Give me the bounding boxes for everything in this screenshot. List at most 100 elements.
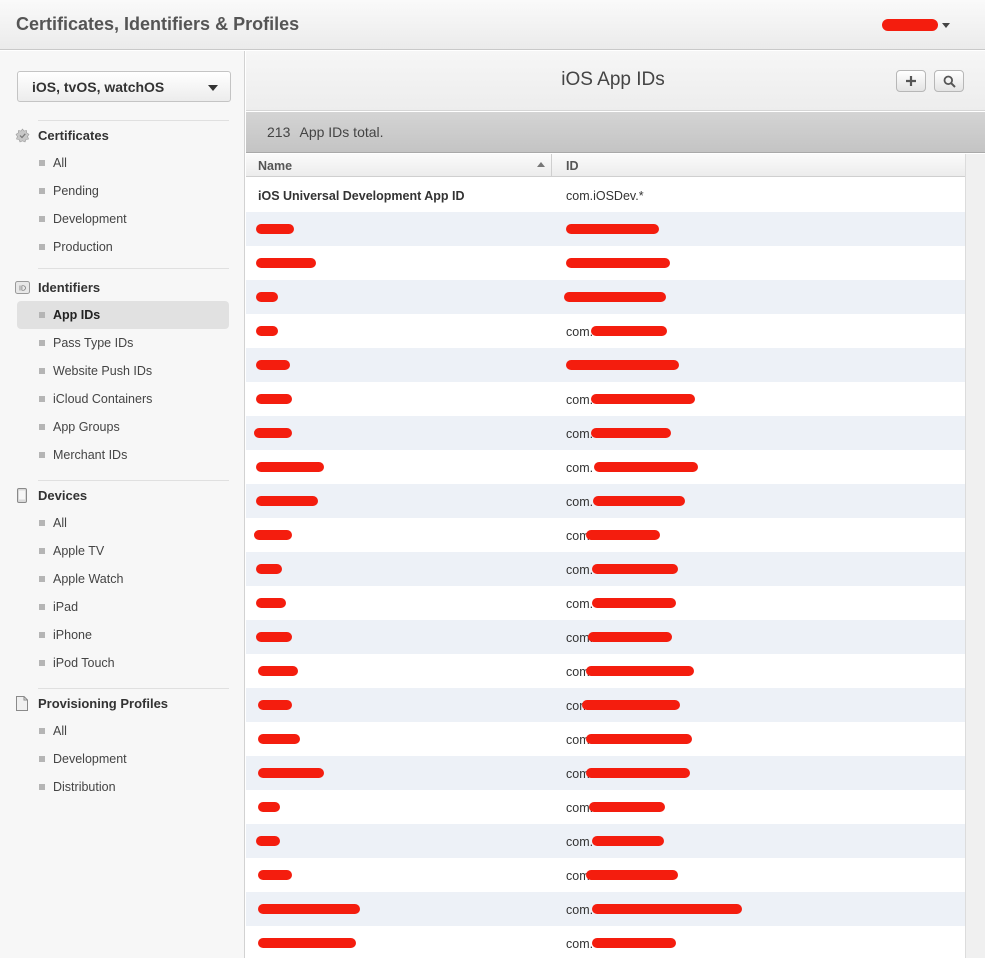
- table-row[interactable]: com.: [246, 654, 965, 688]
- redacted-name: [258, 734, 300, 744]
- redacted-name: [258, 666, 298, 676]
- table-row[interactable]: com.: [246, 790, 965, 824]
- row-id-prefix: com.: [566, 903, 594, 917]
- sidebar-item-apple-watch[interactable]: Apple Watch: [17, 565, 229, 593]
- row-name: iOS Universal Development App ID: [258, 189, 465, 203]
- app-title: Certificates, Identifiers & Profiles: [16, 14, 300, 34]
- table-row[interactable]: com.: [246, 484, 965, 518]
- redacted-id: [586, 870, 678, 880]
- redacted-name: [256, 292, 278, 302]
- bullet-icon: [39, 520, 45, 526]
- sidebar-item-iphone[interactable]: iPhone: [17, 621, 229, 649]
- section-devices: Devices: [14, 485, 87, 505]
- bullet-icon: [39, 452, 45, 458]
- bullet-icon: [39, 188, 45, 194]
- table-row[interactable]: [246, 280, 965, 314]
- table-row[interactable]: com.: [246, 858, 965, 892]
- table-row[interactable]: [246, 348, 965, 382]
- platform-select[interactable]: iOS, tvOS, watchOS: [17, 71, 231, 102]
- redacted-id: [586, 530, 660, 540]
- bullet-icon: [39, 340, 45, 346]
- row-id-prefix: com.: [566, 461, 594, 475]
- table-row[interactable]: com.: [246, 756, 965, 790]
- table-row[interactable]: com.: [246, 450, 965, 484]
- sidebar-item-merchant-ids[interactable]: Merchant IDs: [17, 441, 229, 469]
- redacted-id: [592, 904, 742, 914]
- scrollbar[interactable]: [965, 154, 985, 958]
- sidebar-item-apple-tv[interactable]: Apple TV: [17, 537, 229, 565]
- sort-ascending-icon[interactable]: [537, 162, 545, 167]
- redacted-id: [591, 428, 671, 438]
- section-identifiers: ID Identifiers: [14, 277, 100, 297]
- redacted-name: [256, 632, 292, 642]
- sidebar-item-app-ids[interactable]: App IDs: [17, 301, 229, 329]
- sidebar-item-ipod-touch[interactable]: iPod Touch: [17, 649, 229, 677]
- redacted-username: [882, 19, 938, 31]
- redacted-id: [582, 700, 680, 710]
- table-row[interactable]: iOS Universal Development App ID com.iOS…: [246, 178, 965, 212]
- add-button[interactable]: [896, 70, 926, 92]
- nav-label: iPhone: [53, 628, 92, 642]
- sidebar-item-certificates-production[interactable]: Production: [17, 233, 229, 261]
- device-icon: [14, 487, 30, 503]
- table-row[interactable]: com.: [246, 620, 965, 654]
- table-row[interactable]: [246, 246, 965, 280]
- divider: [38, 268, 229, 269]
- chevron-down-icon: [942, 22, 950, 28]
- table-row[interactable]: com.: [246, 518, 965, 552]
- redacted-name: [256, 360, 290, 370]
- table-row[interactable]: com.: [246, 382, 965, 416]
- table-row[interactable]: [246, 212, 965, 246]
- sidebar-item-profiles-development[interactable]: Development: [17, 745, 229, 773]
- nav-label: Merchant IDs: [53, 448, 128, 462]
- sidebar: iOS, tvOS, watchOS Certificates All Pend…: [0, 51, 245, 958]
- search-button[interactable]: [934, 70, 964, 92]
- bullet-icon: [39, 632, 45, 638]
- sidebar-item-website-push-ids[interactable]: Website Push IDs: [17, 357, 229, 385]
- sidebar-item-pass-type-ids[interactable]: Pass Type IDs: [17, 329, 229, 357]
- divider: [38, 480, 229, 481]
- table-row[interactable]: com.: [246, 688, 965, 722]
- table-row[interactable]: com.: [246, 416, 965, 450]
- table-row[interactable]: com.: [246, 586, 965, 620]
- bullet-icon: [39, 396, 45, 402]
- table-row[interactable]: com.: [246, 892, 965, 926]
- section-provisioning-profiles: Provisioning Profiles: [14, 693, 168, 713]
- bullet-icon: [39, 576, 45, 582]
- table-row[interactable]: com.: [246, 552, 965, 586]
- main-panel: iOS App IDs 213 App IDs total. Name ID i…: [246, 51, 985, 958]
- sidebar-item-certificates-development[interactable]: Development: [17, 205, 229, 233]
- table-row[interactable]: com.: [246, 722, 965, 756]
- table-row[interactable]: com.: [246, 314, 965, 348]
- sidebar-item-certificates-pending[interactable]: Pending: [17, 177, 229, 205]
- redacted-name: [258, 802, 280, 812]
- redacted-name: [258, 938, 356, 948]
- nav-label: Apple TV: [53, 544, 105, 558]
- sidebar-item-devices-all[interactable]: All: [17, 509, 229, 537]
- nav-label: iPad: [53, 600, 79, 614]
- chevron-down-icon: [208, 85, 218, 91]
- table-row[interactable]: com.: [246, 926, 965, 958]
- bullet-icon: [39, 756, 45, 762]
- bullet-icon: [39, 216, 45, 222]
- sidebar-item-profiles-distribution[interactable]: Distribution: [17, 773, 229, 801]
- sidebar-item-icloud-containers[interactable]: iCloud Containers: [17, 385, 229, 413]
- redacted-name: [256, 258, 316, 268]
- sidebar-item-profiles-all[interactable]: All: [17, 717, 229, 745]
- redacted-id: [586, 768, 690, 778]
- divider: [38, 688, 229, 689]
- sidebar-item-certificates-all[interactable]: All: [17, 149, 229, 177]
- app-id-table: iOS Universal Development App ID com.iOS…: [246, 178, 965, 958]
- summary-bar: 213 App IDs total.: [246, 112, 985, 153]
- table-row[interactable]: com.: [246, 824, 965, 858]
- bullet-icon: [39, 244, 45, 250]
- user-menu[interactable]: [882, 16, 950, 34]
- redacted-name: [256, 224, 294, 234]
- column-header-name[interactable]: Name: [258, 159, 292, 173]
- sidebar-item-app-groups[interactable]: App Groups: [17, 413, 229, 441]
- redacted-id: [592, 564, 678, 574]
- column-header-id[interactable]: ID: [566, 159, 579, 173]
- bullet-icon: [39, 548, 45, 554]
- redacted-name: [258, 768, 324, 778]
- sidebar-item-ipad[interactable]: iPad: [17, 593, 229, 621]
